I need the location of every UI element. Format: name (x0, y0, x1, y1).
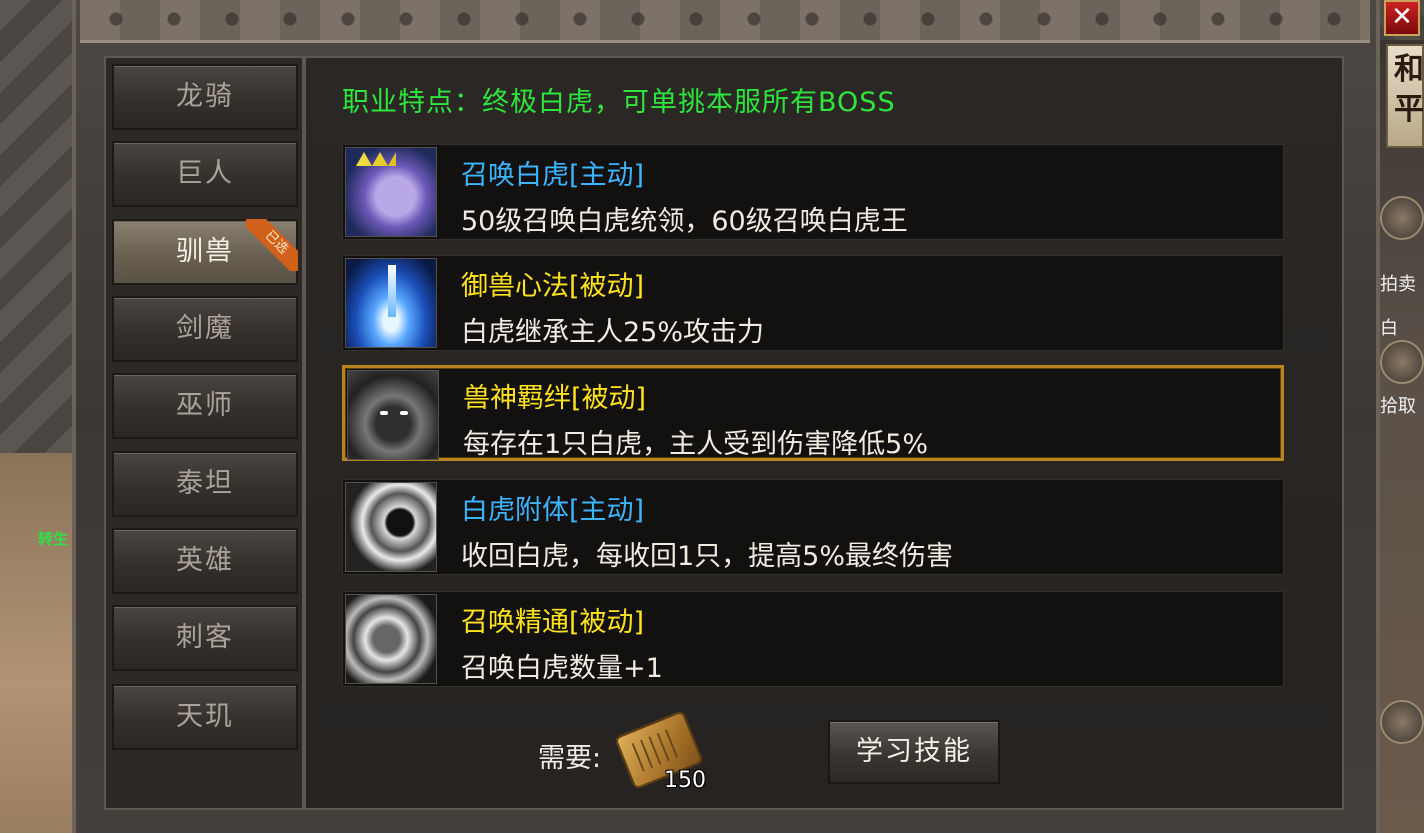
skill-desc: 召唤白虎数量+1 (461, 653, 663, 684)
peace-mode-badge[interactable]: 和平 (1386, 44, 1424, 148)
skill-name: 兽神羁绊[被动] (463, 383, 647, 414)
tab-wizard[interactable]: 巫师 (112, 373, 298, 439)
skill-row-beast-bond[interactable]: 兽神羁绊[被动] 每存在1只白虎，主人受到伤害降低5% (342, 365, 1284, 461)
pickup-label[interactable]: 拾取 (1380, 392, 1416, 418)
rebirth-tag: 转生 (38, 530, 69, 548)
tab-hero[interactable]: 英雄 (112, 528, 298, 594)
requirement-label: 需要: (538, 743, 602, 774)
skill-row-beast-mind[interactable]: 御兽心法[被动] 白虎继承主人25%攻击力 (342, 255, 1284, 351)
skill-row-summon-tiger[interactable]: 召唤白虎[主动] 50级召唤白虎统领，60级召唤白虎王 (342, 144, 1284, 240)
white-label: 白 (1380, 318, 1398, 339)
left-world-strip (0, 0, 78, 833)
tab-dragon-knight[interactable]: 龙骑 (112, 64, 298, 130)
tab-beast-tamer-label: 驯兽 (176, 236, 234, 267)
class-trait-text: 职业特点：终极白虎，可单挑本服所有BOSS (342, 87, 896, 118)
skill-desc: 白虎继承主人25%攻击力 (461, 317, 765, 348)
auction-label[interactable]: 拍卖 (1380, 270, 1416, 296)
selected-badge: 已选 (246, 219, 298, 271)
skill-row-summon-mastery[interactable]: 召唤精通[被动] 召唤白虎数量+1 (342, 591, 1284, 687)
claw-swirl-icon (345, 482, 437, 572)
tab-giant[interactable]: 巨人 (112, 141, 298, 207)
tab-titan[interactable]: 泰坦 (112, 451, 298, 517)
hud-skill-icon[interactable] (1380, 700, 1424, 744)
skill-desc: 收回白虎，每收回1只，提高5%最终伤害 (461, 541, 954, 572)
scroll-count: 150 (664, 768, 706, 793)
white-tiger-icon (345, 147, 437, 237)
close-button[interactable]: ✕ (1384, 0, 1420, 36)
tab-beast-tamer[interactable]: 驯兽 已选 (112, 219, 298, 285)
dark-beast-icon (347, 370, 439, 460)
summon-mastery-icon (345, 594, 437, 684)
skill-row-tiger-possession[interactable]: 白虎附体[主动] 收回白虎，每收回1只，提高5%最终伤害 (342, 479, 1284, 575)
skill-name: 御兽心法[被动] (461, 271, 645, 302)
skill-desc: 50级召唤白虎统领，60级召唤白虎王 (461, 206, 908, 237)
tab-assassin[interactable]: 刺客 (112, 605, 298, 671)
pickup-icon[interactable] (1380, 340, 1424, 384)
blue-vortex-icon (345, 258, 437, 348)
tab-tianji[interactable]: 天玑 (112, 684, 298, 750)
skill-desc: 每存在1只白虎，主人受到伤害降低5% (463, 429, 929, 460)
skill-name: 召唤精通[被动] (461, 607, 645, 638)
skill-name: 召唤白虎[主动] (461, 160, 645, 191)
tab-sword-demon[interactable]: 剑魔 (112, 296, 298, 362)
auction-icon[interactable] (1380, 196, 1424, 240)
learn-skill-button[interactable]: 学习技能 (828, 720, 1000, 784)
skill-name: 白虎附体[主动] (461, 495, 645, 526)
title-bar-ornament (96, 8, 1356, 30)
